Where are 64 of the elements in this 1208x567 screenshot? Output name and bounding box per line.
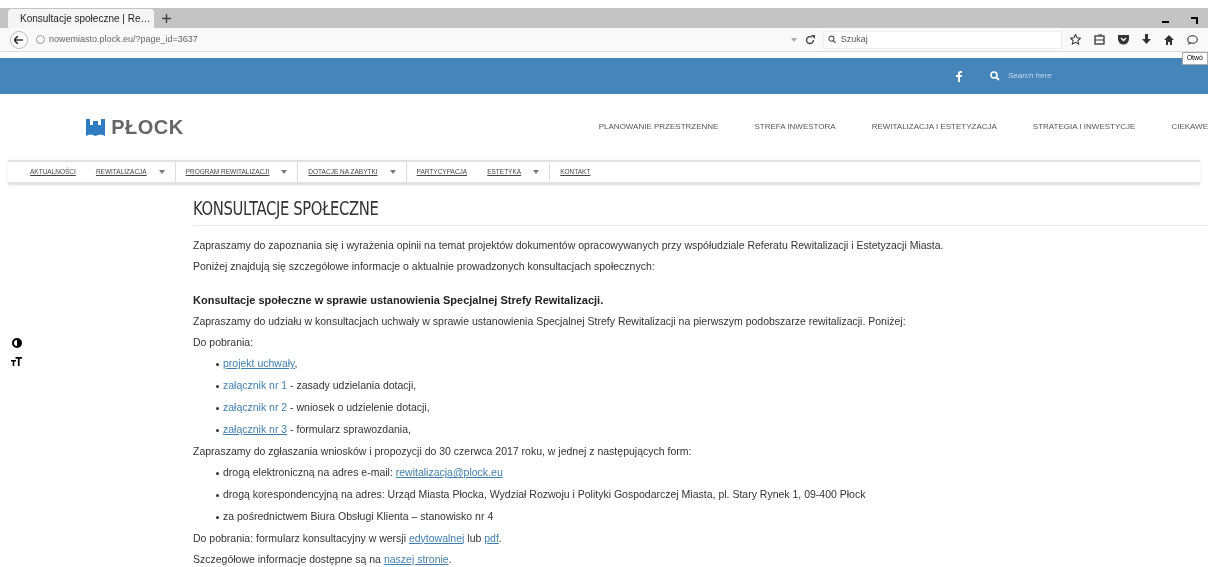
bullet-icon — [216, 471, 219, 475]
chat-bubble-icon[interactable] — [1187, 34, 1198, 45]
search-icon — [990, 71, 1000, 81]
main-nav-link[interactable]: STREFA INWESTORA — [754, 121, 836, 133]
back-button[interactable] — [10, 30, 28, 49]
back-arrow-icon — [14, 35, 24, 44]
link[interactable]: naszej stronie — [383, 552, 449, 565]
caret-icon[interactable] — [281, 170, 288, 174]
list-item-text: załącznik nr 2 - wniosek o udzielenie dotacji, — [223, 400, 430, 416]
link[interactable]: rewitalizacja@plock.eu — [395, 466, 503, 479]
reload-icon[interactable] — [805, 34, 816, 45]
tab-title: Konsultacje społeczne | Re… — [20, 12, 151, 26]
main-nav-link[interactable]: CIEKAWE — [1171, 121, 1208, 133]
search-icon — [828, 35, 837, 44]
main-nav-link[interactable]: REWITALIZACJA I ESTETYZACJA — [871, 121, 997, 133]
link[interactable]: projekt uchwały — [223, 357, 295, 370]
link[interactable]: edytowalnej — [408, 531, 465, 544]
main-nav-link[interactable]: PLANOWANIE PRZESTRZENNE — [598, 121, 719, 133]
list-item-text: załącznik nr 3 - formularz sprawozdania, — [223, 422, 411, 438]
text-size-icon[interactable] — [11, 357, 22, 366]
contrast-icon[interactable] — [12, 338, 22, 348]
bullet-icon — [216, 362, 219, 366]
link[interactable]: załącznik nr 3 — [223, 423, 288, 436]
link[interactable]: załącznik nr 1 — [223, 379, 288, 392]
paragraph: Zapraszamy do zgłaszania wniosków i propozycji do 30 czerwca 2017 roku, w jednej z następujących form: — [193, 443, 692, 459]
link[interactable]: pdf — [484, 531, 499, 544]
section-heading: Konsultacje społeczne w sprawie ustanowienia Specjalnej Strefy Rewitalizacji. — [193, 293, 604, 309]
bullet-icon — [216, 428, 219, 432]
list-item-text: załącznik nr 1 - zasady udzielania dotacji, — [223, 378, 417, 394]
site-logo[interactable]: PŁOCK — [86, 112, 184, 142]
bullet-icon — [216, 384, 219, 388]
list-item-text: projekt uchwały, — [223, 356, 298, 372]
list-item-text: za pośrednictwem Biura Obsługi Klienta – stanowisko nr 4 — [223, 509, 494, 525]
caret-icon[interactable] — [533, 170, 540, 174]
restore-icon[interactable] — [1191, 17, 1198, 24]
caret-icon[interactable] — [158, 170, 165, 174]
bullet-icon — [216, 515, 219, 519]
list-item-text: drogą elektroniczną na adres e-mail: rewitalizacja@plock.eu — [223, 465, 503, 481]
bullet-icon — [216, 493, 219, 497]
facebook-icon[interactable] — [956, 70, 962, 82]
main-nav-link[interactable]: STRATEGIA I INWESTYCJE — [1032, 121, 1136, 133]
paragraph: Zapraszamy do zapoznania się i wyrażenia opinii na temat projektów dokumentów opracowywanych przy współudziale Referatu Rewitalizacji i Estetyzacji Miasta. — [193, 237, 944, 253]
paragraph: Szczegółowe informacje dostępne są na naszej stronie. — [193, 551, 452, 567]
clipboard-icon[interactable] — [1094, 34, 1105, 45]
paragraph: Do pobrania: — [193, 334, 254, 350]
page-title: KONSULTACJE SPOŁECZNE — [193, 196, 379, 221]
list-item-text: drogą korespondencyjną na adres: Urząd Miasta Płocka, Wydział Rozwoju i Polityki Gospodarczej Miasta, pl. Stary Rynek 1, 09-400 Płock — [223, 487, 866, 503]
castle-logo-icon — [86, 118, 106, 136]
bullet-icon — [216, 406, 219, 410]
caret-icon[interactable] — [389, 170, 396, 174]
site-search-field[interactable]: Search here — [1008, 70, 1078, 82]
shield-icon[interactable] — [1118, 34, 1129, 45]
link[interactable]: załącznik nr 2 — [223, 401, 288, 414]
paragraph: Zapraszamy do udziału w konsultacjach uchwały w sprawie ustanowienia Specjalnej Strefy Rewitalizacji na pierwszym podobszarze rewitalizacji. Poniżej: — [193, 313, 906, 329]
search-field[interactable]: Szukaj — [840, 32, 1057, 47]
download-icon[interactable] — [1142, 34, 1151, 45]
paragraph: Do pobrania: formularz konsultacyjny w wersji edytowalnej lub pdf. — [193, 530, 502, 546]
browser-tab[interactable]: Konsultacje społeczne | Re… — [8, 9, 154, 28]
address-field[interactable]: nowemiasto.plock.eu/?page_id=3637 — [35, 30, 554, 49]
home-icon[interactable] — [1164, 34, 1174, 45]
paragraph: Poniżej znajdują się szczegółowe informacje o aktualnie prowadzonych konsultacjach społecznych: — [193, 258, 655, 274]
bookmark-star-icon[interactable] — [1070, 34, 1081, 45]
search-box[interactable]: Szukaj — [823, 30, 1062, 49]
new-tab-icon[interactable] — [162, 14, 171, 23]
